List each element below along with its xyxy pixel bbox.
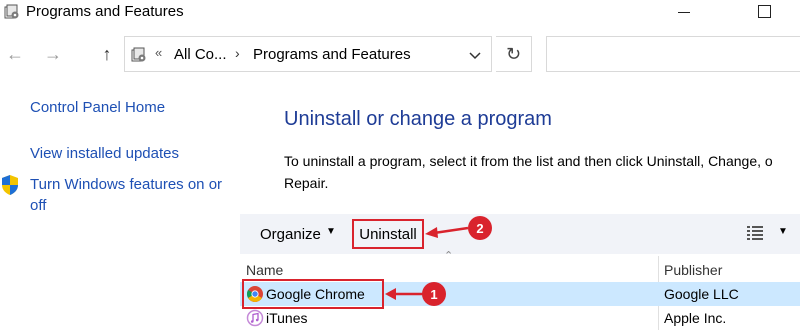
program-publisher: Apple Inc. — [664, 310, 727, 326]
minimize-button[interactable] — [666, 0, 700, 26]
title-bar: Programs and Features — [0, 0, 800, 26]
itunes-icon — [246, 309, 264, 327]
column-header-publisher[interactable]: Publisher — [664, 262, 722, 278]
description-line-2: Repair. — [284, 175, 329, 191]
control-panel-icon — [131, 47, 146, 62]
program-name: iTunes — [266, 310, 308, 326]
turn-windows-features-link[interactable]: Turn Windows features on or — [30, 176, 222, 193]
turn-windows-features-link-cont[interactable]: off — [30, 197, 46, 214]
window-title: Programs and Features — [26, 3, 184, 20]
description-line-1: To uninstall a program, select it from t… — [284, 153, 773, 169]
sort-ascending-icon: ⌃ — [444, 250, 454, 262]
up-arrow-icon[interactable]: ↑ — [94, 40, 120, 68]
back-arrow-icon[interactable]: ← — [2, 40, 28, 68]
control-panel-home-link[interactable]: Control Panel Home — [30, 99, 165, 116]
programs-features-icon — [4, 4, 19, 19]
view-installed-updates-link[interactable]: View installed updates — [30, 145, 179, 162]
search-input[interactable] — [546, 36, 800, 72]
program-publisher: Google LLC — [664, 286, 739, 302]
forward-arrow-icon[interactable]: → — [40, 40, 66, 68]
view-details-icon[interactable] — [746, 224, 764, 242]
navigation-bar: ← → ↑ « All Co... › Programs and Feature… — [0, 36, 800, 72]
page-description: To uninstall a program, select it from t… — [284, 150, 800, 194]
list-item[interactable]: iTunes Apple Inc. — [240, 306, 800, 330]
shield-icon — [2, 175, 18, 195]
view-caret-icon[interactable]: ▼ — [778, 226, 788, 237]
command-toolbar: Organize ▼ Uninstall ▼ — [240, 214, 800, 254]
organize-button[interactable]: Organize — [260, 226, 321, 243]
chevron-right-icon[interactable]: › — [235, 45, 240, 61]
highlight-box-google-chrome — [242, 279, 384, 309]
refresh-icon[interactable]: ↻ — [496, 36, 532, 72]
step-badge-2: 2 — [468, 216, 492, 240]
organize-caret-icon[interactable]: ▼ — [326, 226, 336, 237]
maximize-button[interactable] — [748, 0, 782, 26]
breadcrumb-overflow[interactable]: « — [155, 45, 162, 60]
chevron-down-icon[interactable] — [465, 45, 485, 65]
column-header-name[interactable]: Name — [246, 262, 283, 278]
breadcrumb-all-control-panel[interactable]: All Co... — [174, 46, 227, 63]
breadcrumb-programs-features[interactable]: Programs and Features — [253, 46, 411, 63]
uninstall-button[interactable]: Uninstall — [352, 219, 424, 249]
page-heading: Uninstall or change a program — [284, 108, 552, 130]
address-bar[interactable]: « All Co... › Programs and Features — [124, 36, 492, 72]
step-badge-1: 1 — [422, 282, 446, 306]
